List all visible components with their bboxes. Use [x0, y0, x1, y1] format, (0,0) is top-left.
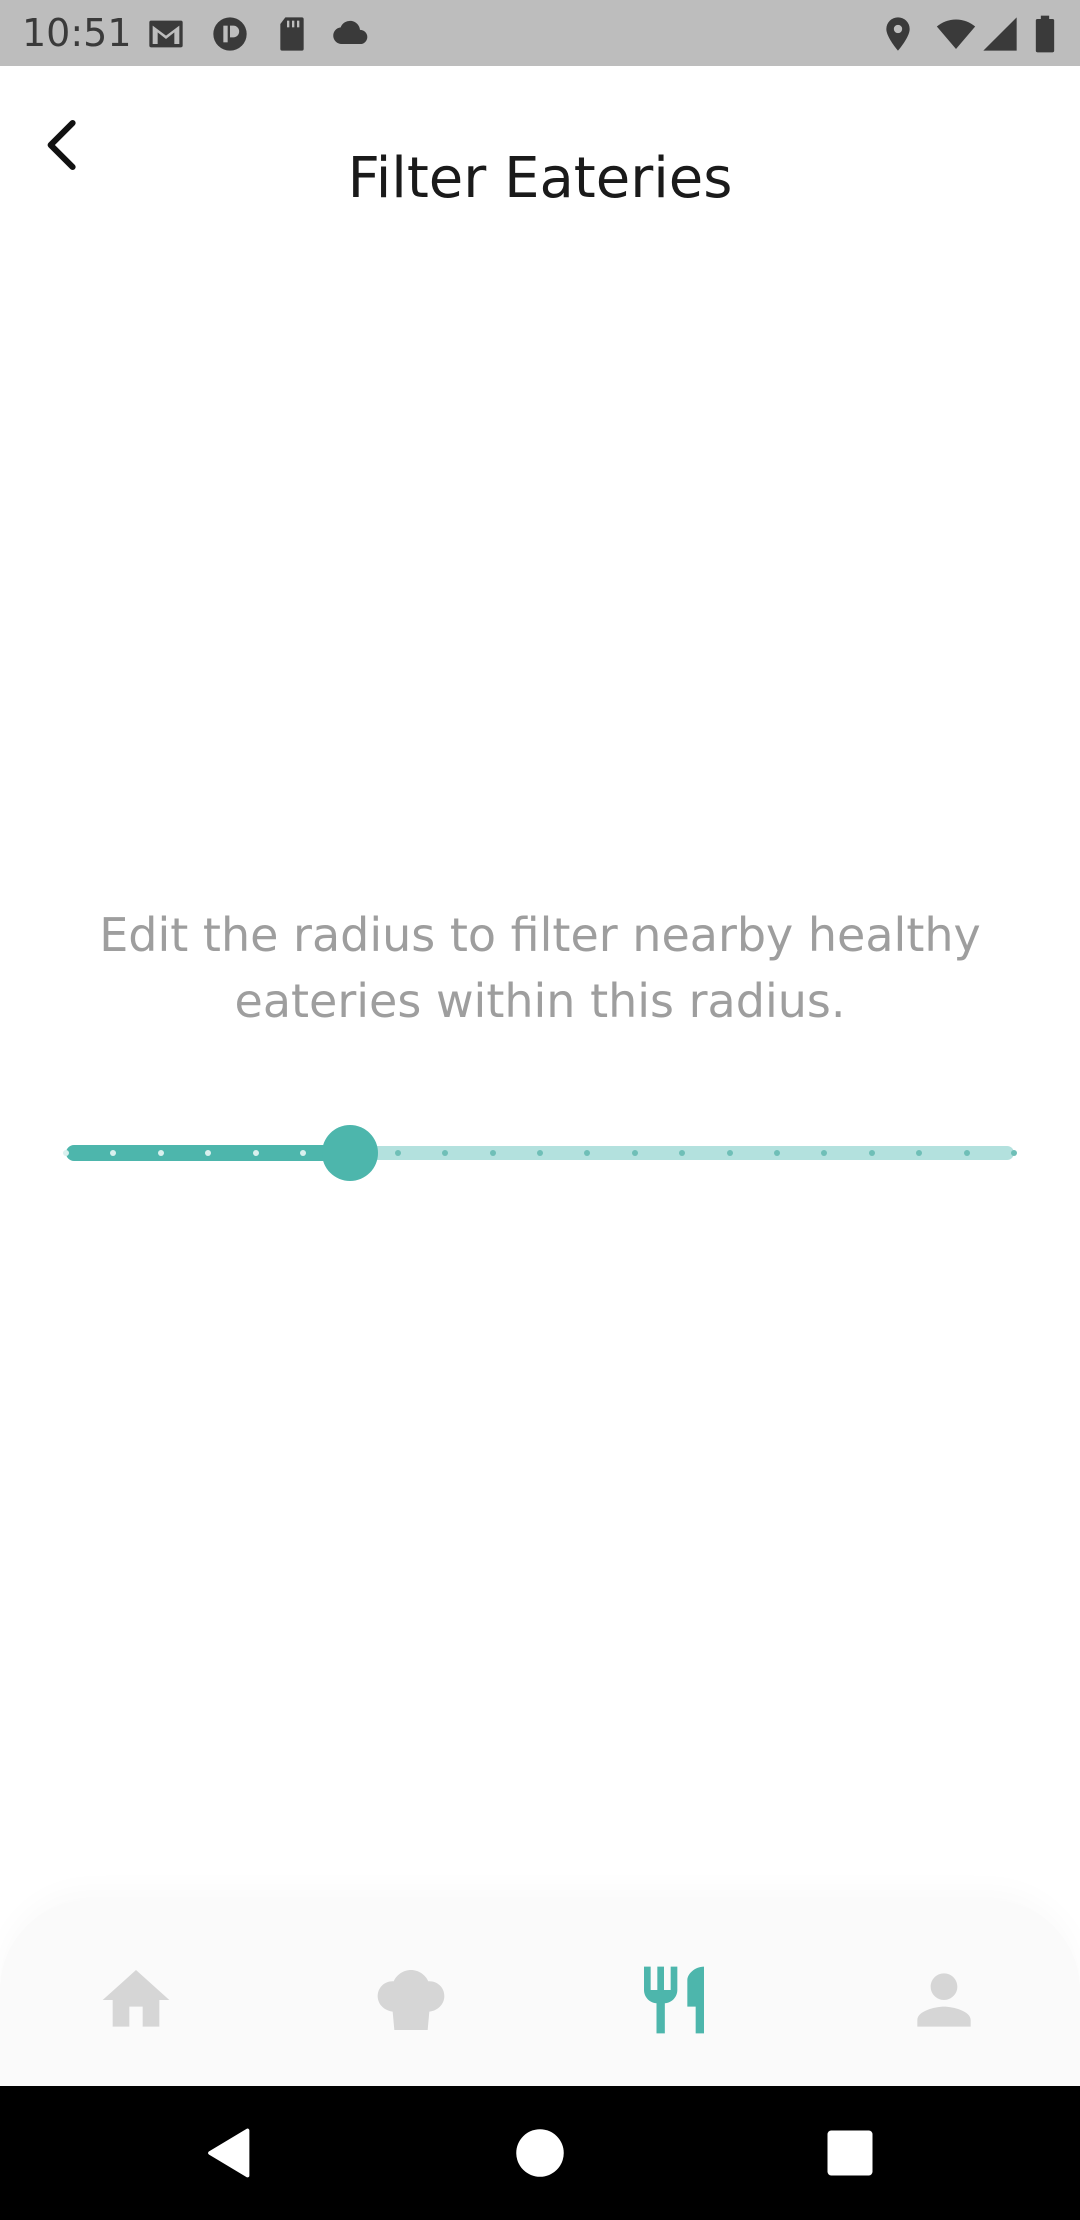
nav-recipes-button[interactable] [369, 1960, 453, 2040]
slider-tick [489, 1150, 496, 1156]
system-back-button[interactable] [200, 2123, 260, 2183]
nav-home-button[interactable] [96, 1960, 176, 2040]
slider-tick [63, 1150, 69, 1156]
slider-thumb[interactable] [322, 1125, 379, 1181]
nav-profile-button[interactable] [904, 1960, 984, 2040]
nav-eateries-button[interactable] [634, 1960, 714, 2040]
fork-knife-icon [644, 1966, 704, 2034]
radius-description: Edit the radius to filter nearby healthy… [99, 908, 981, 1028]
slider-tick [1011, 1150, 1017, 1156]
chef-hat-icon [377, 1970, 445, 2030]
home-circle-icon [516, 2129, 564, 2177]
slider-tick [300, 1150, 306, 1156]
slider-tick [774, 1150, 780, 1156]
page-title: Filter Eateries [347, 145, 733, 211]
system-home-button[interactable] [510, 2123, 570, 2183]
slider-tick [252, 1150, 259, 1156]
slider-tick [726, 1150, 733, 1156]
home-icon [102, 1970, 170, 2027]
slider-tick [631, 1150, 638, 1156]
slider-tick [868, 1150, 875, 1156]
system-recents-button[interactable] [820, 2123, 880, 2183]
cloud-icon [330, 14, 370, 54]
status-bar: 10:51 [0, 0, 1080, 66]
location-icon [878, 14, 918, 54]
signal-icon [980, 14, 1020, 54]
battery-icon [1030, 14, 1060, 54]
system-navigation-bar [0, 2086, 1080, 2220]
status-time: 10:51 [22, 11, 132, 55]
bottom-navigation [0, 1900, 1080, 2086]
radius-slider[interactable] [63, 1125, 1017, 1181]
slider-tick [537, 1150, 543, 1156]
gmail-icon [146, 14, 186, 54]
slider-tick [394, 1150, 401, 1156]
wifi-icon [936, 14, 976, 54]
app-icon [210, 14, 250, 54]
back-triangle-icon [208, 2128, 250, 2178]
app-bar: Filter Eateries [0, 66, 1080, 226]
slider-tick [963, 1150, 970, 1156]
person-icon [917, 1973, 971, 2027]
recents-square-icon [827, 2130, 873, 2176]
sd-card-icon [272, 14, 312, 54]
slider-tick [157, 1150, 164, 1156]
